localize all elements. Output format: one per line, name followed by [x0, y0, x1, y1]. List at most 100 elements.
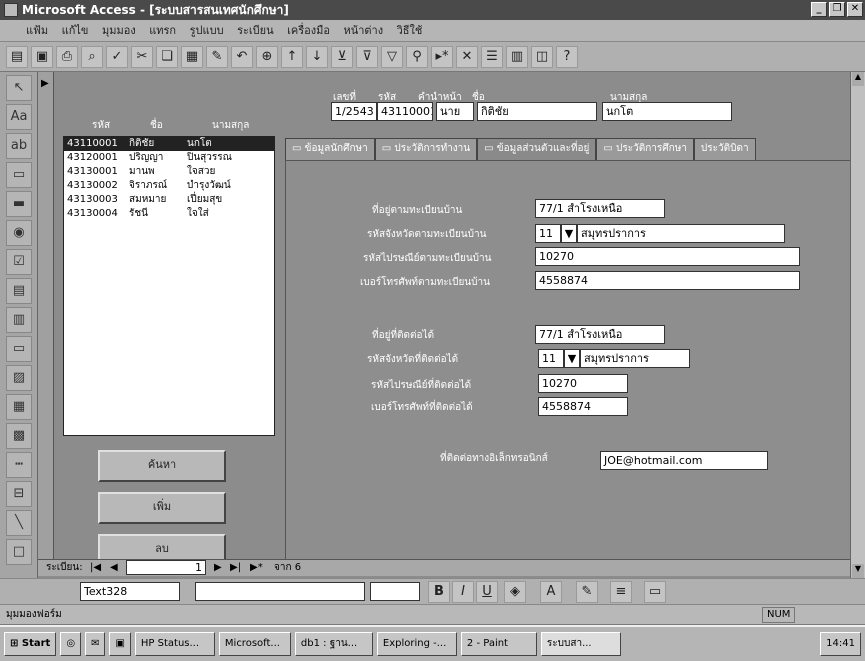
- database-window-icon[interactable]: ▥: [506, 46, 528, 68]
- cut-icon[interactable]: ✂: [131, 46, 153, 68]
- home-province-code-field[interactable]: 11: [535, 224, 561, 243]
- home-province-name-field[interactable]: สมุทรปราการ: [577, 224, 785, 243]
- line-width-icon[interactable]: ≡: [610, 581, 632, 603]
- bound-object-tool-icon[interactable]: ▩: [6, 423, 32, 449]
- font-name-box[interactable]: [195, 582, 365, 601]
- textbox-tool-icon[interactable]: ab: [6, 133, 32, 159]
- tab-father-history[interactable]: ประวัติบิดา: [693, 138, 756, 160]
- contact-province-name-field[interactable]: สมุทรปราการ: [580, 349, 690, 368]
- find-icon[interactable]: ⚲: [406, 46, 428, 68]
- menu-file[interactable]: แฟ้ม: [26, 24, 48, 37]
- list-item[interactable]: 43130003 สมหมาย เปี่ยมสุข: [64, 193, 274, 207]
- list-item[interactable]: 43110001 กิติชัย นกโต: [64, 137, 274, 151]
- menu-help[interactable]: วิธีใช้: [397, 24, 423, 37]
- scroll-down-icon[interactable]: ▼: [852, 564, 864, 578]
- code-field[interactable]: 43110001: [377, 102, 433, 121]
- contact-province-code-field[interactable]: 11: [538, 349, 564, 368]
- filter-selection-icon[interactable]: ⊻: [331, 46, 353, 68]
- record-selector[interactable]: ▶: [38, 72, 54, 572]
- list-box-tool-icon[interactable]: ▥: [6, 307, 32, 333]
- delete-record-icon[interactable]: ✕: [456, 46, 478, 68]
- paste-icon[interactable]: ▦: [181, 46, 203, 68]
- save-icon[interactable]: ▣: [31, 46, 53, 68]
- prev-record-icon[interactable]: ◀: [110, 560, 118, 575]
- list-item[interactable]: 43130004 รัชนี ใจใส่: [64, 207, 274, 221]
- font-color-icon[interactable]: A: [540, 581, 562, 603]
- format-painter-icon[interactable]: ✎: [206, 46, 228, 68]
- tab-student-info[interactable]: ▭ ข้อมูลนักศึกษา: [285, 138, 375, 160]
- select-objects-icon[interactable]: ↖: [6, 75, 32, 101]
- print-preview-icon[interactable]: ⌕: [81, 46, 103, 68]
- quicklaunch-desktop-icon[interactable]: ▣: [109, 632, 131, 656]
- page-break-tool-icon[interactable]: ┅: [6, 452, 32, 478]
- hyperlink-icon[interactable]: ⊕: [256, 46, 278, 68]
- sort-ascending-icon[interactable]: ↑: [281, 46, 303, 68]
- filter-form-icon[interactable]: ⊽: [356, 46, 378, 68]
- sort-descending-icon[interactable]: ↓: [306, 46, 328, 68]
- spelling-icon[interactable]: ✓: [106, 46, 128, 68]
- undo-icon[interactable]: ↶: [231, 46, 253, 68]
- home-address-field[interactable]: 77/1 สำโรงเหนือ: [535, 199, 665, 218]
- prefix-field[interactable]: นาย: [436, 102, 474, 121]
- task-hp-status[interactable]: HP Status...: [134, 632, 215, 656]
- combo-dropdown-icon[interactable]: ▼: [564, 349, 580, 368]
- line-color-icon[interactable]: ✎: [576, 581, 598, 603]
- task-microsoft[interactable]: Microsoft...: [218, 632, 291, 656]
- search-button[interactable]: ค้นหา: [98, 450, 226, 482]
- seq-field[interactable]: 1/2543: [331, 102, 377, 121]
- command-button-tool-icon[interactable]: ▭: [6, 336, 32, 362]
- menu-view[interactable]: มุมมอง: [102, 24, 136, 37]
- task-exploring[interactable]: Exploring -...: [376, 632, 457, 656]
- start-button[interactable]: ⊞ Start: [4, 632, 57, 656]
- fill-color-icon[interactable]: ◈: [504, 581, 526, 603]
- record-number-field[interactable]: 1: [126, 560, 206, 575]
- student-list[interactable]: 43110001 กิติชัย นกโต 43120001 ปริญญา ปิ…: [63, 136, 275, 436]
- contact-zip-field[interactable]: 10270: [538, 374, 628, 393]
- toggle-button-tool-icon[interactable]: ▬: [6, 191, 32, 217]
- apply-filter-icon[interactable]: ▽: [381, 46, 403, 68]
- view-icon[interactable]: ▤: [6, 46, 28, 68]
- unbound-object-tool-icon[interactable]: ▦: [6, 394, 32, 420]
- home-phone-field[interactable]: 4558874: [535, 271, 800, 290]
- first-record-icon[interactable]: |◀: [90, 560, 101, 575]
- checkbox-tool-icon[interactable]: ☑: [6, 249, 32, 275]
- underline-icon[interactable]: U: [476, 581, 498, 603]
- contact-phone-field[interactable]: 4558874: [538, 397, 628, 416]
- new-record-icon[interactable]: ▸*: [431, 46, 453, 68]
- add-button[interactable]: เพิ่ม: [98, 492, 226, 524]
- task-db1[interactable]: db1 : ฐาน...: [294, 632, 373, 656]
- combo-box-tool-icon[interactable]: ▤: [6, 278, 32, 304]
- scroll-up-icon[interactable]: ▲: [852, 72, 864, 86]
- quicklaunch-ie-icon[interactable]: ◎: [60, 632, 82, 656]
- list-item[interactable]: 43130001 มานพ ใจสวย: [64, 165, 274, 179]
- tab-work-history[interactable]: ▭ ประวัติการทำงาน: [374, 138, 478, 160]
- home-zip-field[interactable]: 10270: [535, 247, 800, 266]
- menu-window[interactable]: หน้าต่าง: [343, 24, 383, 37]
- print-icon[interactable]: ⎙: [56, 46, 78, 68]
- rectangle-tool-icon[interactable]: □: [6, 539, 32, 565]
- new-record-nav-icon[interactable]: ▶*: [250, 560, 263, 575]
- font-size-box[interactable]: [370, 582, 420, 601]
- special-effect-icon[interactable]: ▭: [644, 581, 666, 603]
- menu-edit[interactable]: แก้ไข: [62, 24, 89, 37]
- menu-records[interactable]: ระเบียน: [237, 24, 274, 37]
- option-group-tool-icon[interactable]: ▭: [6, 162, 32, 188]
- delete-button[interactable]: ลบ: [98, 534, 226, 562]
- label-tool-icon[interactable]: Aa: [6, 104, 32, 130]
- list-item[interactable]: 43120001 ปริญญา ปิ่นสุวรรณ: [64, 151, 274, 165]
- bold-icon[interactable]: B: [428, 581, 450, 603]
- menu-format[interactable]: รูปแบบ: [190, 24, 224, 37]
- close-button[interactable]: ✕: [847, 2, 863, 17]
- restore-button[interactable]: ❐: [829, 2, 845, 17]
- tab-personal-address[interactable]: ▭ ข้อมูลส่วนตัวและที่อยู่: [477, 138, 597, 160]
- minimize-button[interactable]: _: [811, 2, 827, 17]
- last-record-icon[interactable]: ▶|: [230, 560, 241, 575]
- email-field[interactable]: JOE@hotmail.com: [600, 451, 768, 470]
- task-access-form[interactable]: ระบบสา...: [540, 632, 621, 656]
- option-button-tool-icon[interactable]: ◉: [6, 220, 32, 246]
- properties-icon[interactable]: ☰: [481, 46, 503, 68]
- task-paint[interactable]: 2 - Paint: [460, 632, 537, 656]
- access-app-icon[interactable]: [4, 3, 18, 17]
- control-selector[interactable]: Text328: [80, 582, 180, 601]
- vertical-scrollbar[interactable]: ▲ ▼: [850, 72, 865, 578]
